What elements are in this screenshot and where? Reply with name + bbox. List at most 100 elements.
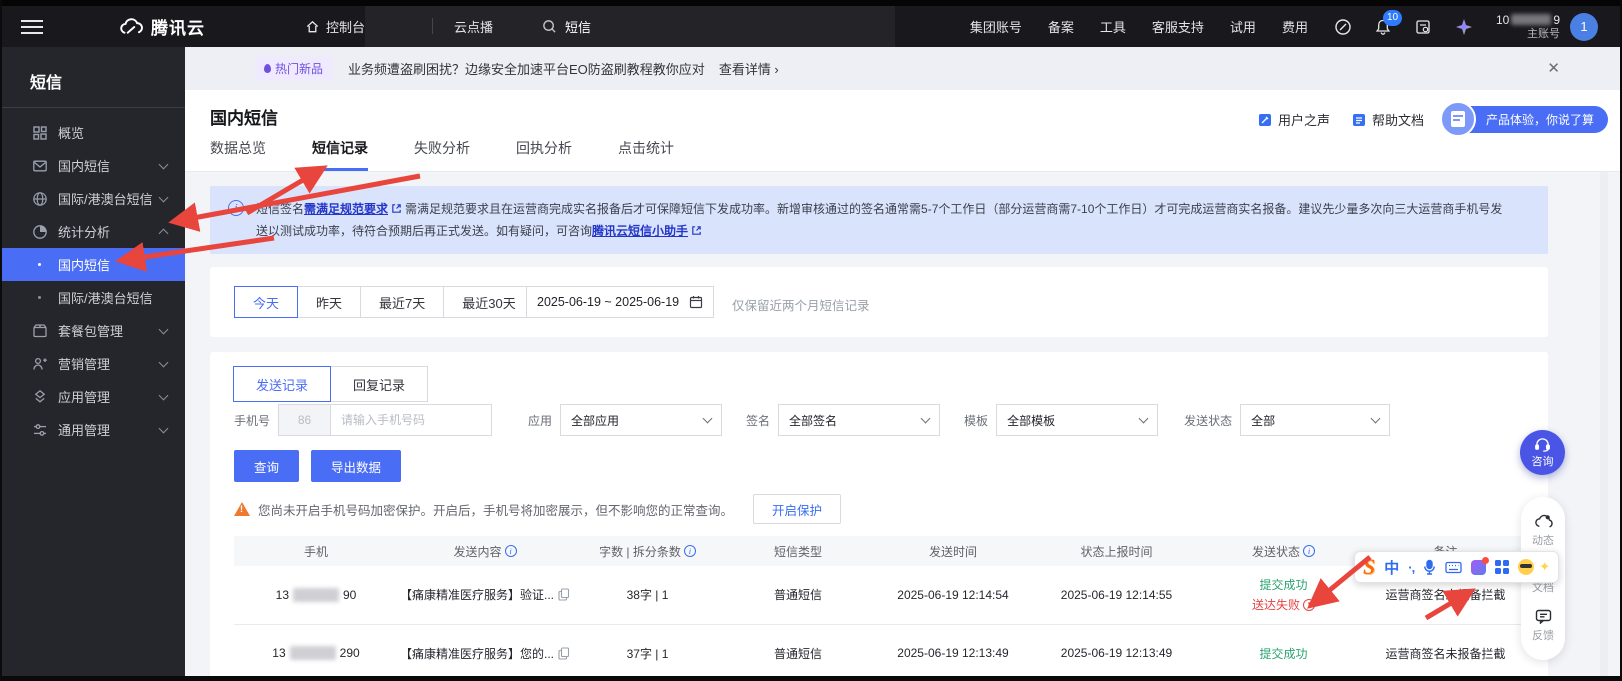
- retention-hint: 仅保留近两个月短信记录: [732, 295, 870, 314]
- app-select[interactable]: 全部应用: [560, 404, 722, 436]
- tab-sms-records[interactable]: 短信记录: [312, 138, 368, 171]
- info-icon[interactable]: [505, 545, 517, 557]
- consult-button[interactable]: 咨询: [1520, 430, 1565, 475]
- orders-icon[interactable]: [1414, 18, 1432, 36]
- sms-assistant-link[interactable]: 腾讯云短信小助手: [592, 224, 688, 238]
- send-status-select[interactable]: 全部: [1240, 404, 1390, 436]
- record-type-tabs: 发送记录 回复记录: [234, 366, 428, 402]
- copy-icon[interactable]: [558, 588, 570, 601]
- banner-detail-link[interactable]: 查看详情 ›: [719, 59, 779, 78]
- error-info-icon[interactable]: [1303, 599, 1315, 611]
- date-range-picker[interactable]: 2025-06-19 ~ 2025-06-19: [526, 286, 714, 318]
- drop-icon: [264, 64, 271, 73]
- privacy-text: 您尚未开启手机号码加密保护。开启后，手机号将加密展示，但不影响您的正常查询。: [258, 500, 733, 519]
- seg-today[interactable]: 今天: [234, 286, 298, 318]
- user-voice-link[interactable]: 用户之声: [1258, 110, 1330, 129]
- promotion-icon[interactable]: [1334, 18, 1352, 36]
- sidebar-item-intl-sms[interactable]: 国际/港澳台短信: [2, 182, 185, 215]
- product-experience-button[interactable]: 产品体验，你说了算: [1446, 106, 1608, 133]
- col-send-time: 发送时间: [873, 536, 1033, 566]
- phone-label: 手机号: [234, 412, 270, 429]
- cell-content: 【痛康精准医疗服务】您的...: [398, 624, 572, 681]
- status-delivery-failed[interactable]: 送达失败: [1252, 596, 1315, 613]
- seg-last7days[interactable]: 最近7天: [360, 286, 444, 318]
- info-icon: i: [228, 200, 244, 216]
- table-row: 13290 【痛康精准医疗服务】您的... 37字 | 1 普通短信 2025-…: [234, 624, 1524, 681]
- sidebar-item-overview[interactable]: 概览: [2, 116, 185, 149]
- chevron-up-icon: [159, 229, 169, 239]
- ime-language-chinese[interactable]: 中: [1384, 557, 1399, 578]
- phone-redacted: [290, 646, 336, 660]
- tab-send-records[interactable]: 发送记录: [233, 366, 331, 402]
- tab-receipt-analysis[interactable]: 回执分析: [516, 138, 572, 171]
- keyboard-icon[interactable]: [1445, 561, 1462, 574]
- ime-apps-grid-icon[interactable]: [1495, 560, 1509, 574]
- nav-console-link[interactable]: 控制台: [305, 6, 365, 47]
- top-navbar: 腾讯云 控制台 云点播 短信 集团账号 备案 工具 客服支持 试用 费用 10: [2, 0, 1620, 47]
- col-content: 发送内容: [398, 536, 572, 566]
- query-button[interactable]: 查询: [234, 450, 299, 482]
- sidebar-item-domestic-sms[interactable]: 国内短信: [2, 149, 185, 182]
- notification-count-badge: 10: [1383, 10, 1402, 26]
- seg-yesterday[interactable]: 昨天: [297, 286, 361, 318]
- tab-failure-analysis[interactable]: 失败分析: [414, 138, 470, 171]
- emoji-face-icon[interactable]: [1518, 559, 1534, 575]
- chevron-down-icon: [159, 390, 169, 400]
- export-data-button[interactable]: 导出数据: [311, 450, 401, 482]
- info-icon[interactable]: [1303, 545, 1315, 557]
- copy-icon[interactable]: [558, 647, 570, 660]
- ime-punctuation-icon[interactable]: ·,: [1408, 560, 1414, 575]
- enable-protection-button[interactable]: 开启保护: [753, 494, 841, 524]
- tab-click-stats[interactable]: 点击统计: [618, 138, 674, 171]
- microphone-icon[interactable]: [1423, 559, 1436, 575]
- search-icon: [542, 19, 557, 34]
- feedback-button[interactable]: 反馈: [1532, 609, 1554, 643]
- status-submitted: 提交成功: [1200, 576, 1367, 593]
- home-icon: [305, 19, 320, 34]
- brand-text: 腾讯云: [151, 14, 205, 39]
- banner-close-icon[interactable]: ✕: [1547, 59, 1560, 77]
- signature-label: 签名: [746, 412, 770, 429]
- sidebar-item-statistics[interactable]: 统计分析: [2, 215, 185, 248]
- sidebar-item-marketing-mgmt[interactable]: 营销管理: [2, 347, 185, 380]
- sogou-logo-icon[interactable]: S: [1363, 554, 1375, 580]
- cell-phone: 13290: [234, 624, 398, 681]
- template-select[interactable]: 全部模板: [996, 404, 1158, 436]
- info-icon[interactable]: [684, 545, 696, 557]
- tab-data-overview[interactable]: 数据总览: [210, 138, 266, 171]
- phone-number-input[interactable]: [330, 404, 492, 436]
- cell-report-time: 2025-06-19 12:13:49: [1033, 624, 1200, 681]
- sidebar-subitem-intl-sms[interactable]: 国际/港澳台短信: [2, 281, 185, 314]
- sidebar-item-app-mgmt[interactable]: 应用管理: [2, 380, 185, 413]
- col-type: 短信类型: [723, 536, 873, 566]
- help-docs-link[interactable]: 帮助文档: [1352, 110, 1424, 129]
- dynamics-button[interactable]: 动态: [1532, 514, 1554, 548]
- hamburger-menu-icon[interactable]: [20, 6, 44, 47]
- menu-billing[interactable]: 费用: [1282, 17, 1308, 36]
- sogou-ime-toolbar[interactable]: S 中 ·, ✦: [1354, 551, 1559, 583]
- tencent-cloud-logo[interactable]: 腾讯云: [118, 6, 205, 47]
- menu-icp[interactable]: 备案: [1048, 17, 1074, 36]
- sidebar-item-package-mgmt[interactable]: 套餐包管理: [2, 314, 185, 347]
- experience-doc-icon: [1440, 101, 1476, 137]
- sidebar-item-general-mgmt[interactable]: 通用管理: [2, 413, 185, 446]
- user-avatar[interactable]: 1: [1570, 13, 1598, 41]
- menu-support[interactable]: 客服支持: [1152, 17, 1204, 36]
- menu-group-account[interactable]: 集团账号: [970, 17, 1022, 36]
- ime-skin-icon[interactable]: [1471, 560, 1486, 575]
- sparkle-icon: ✦: [1539, 559, 1550, 575]
- col-status: 发送状态: [1200, 536, 1367, 566]
- nav-product-link[interactable]: 云点播: [454, 6, 493, 47]
- spec-requirement-link[interactable]: 需满足规范要求: [304, 202, 388, 216]
- menu-tools[interactable]: 工具: [1100, 17, 1126, 36]
- menu-trial[interactable]: 试用: [1230, 17, 1256, 36]
- sidebar-subitem-domestic-sms-active[interactable]: 国内短信: [2, 248, 185, 281]
- ai-assistant-icon[interactable]: [1454, 17, 1474, 37]
- seg-last30days[interactable]: 最近30天: [443, 286, 534, 318]
- signature-select[interactable]: 全部签名: [778, 404, 940, 436]
- notification-bell-icon[interactable]: 10: [1374, 18, 1392, 36]
- account-info[interactable]: 109 主账号: [1496, 13, 1560, 41]
- mail-icon: [32, 158, 48, 174]
- tab-reply-records[interactable]: 回复记录: [330, 366, 428, 402]
- global-search-input[interactable]: 短信: [542, 6, 591, 47]
